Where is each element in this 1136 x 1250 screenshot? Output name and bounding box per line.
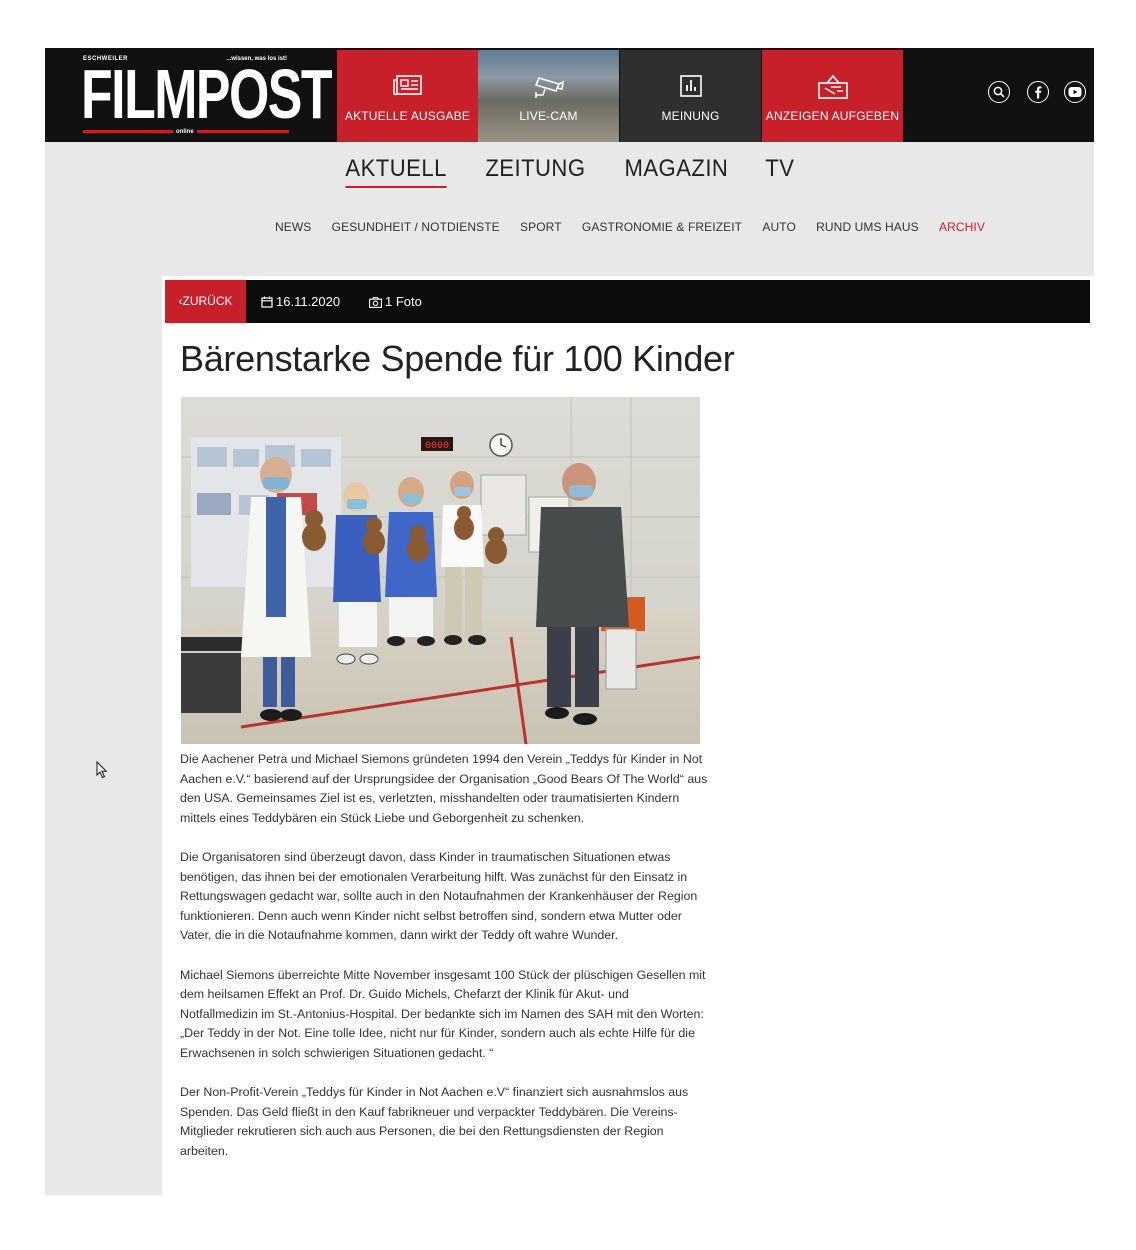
facebook-icon[interactable] [1027,81,1049,103]
opinion-button[interactable]: MEINUNG [620,50,761,142]
article-headline: Bärenstarke Spende für 100 Kinder [180,338,735,379]
article-toolbar: ‹ZURÜCK 16.11.2020 1 Foto [165,280,1090,323]
photo-count-text: 1 Foto [385,294,422,309]
article-paragraph: Die Organisatoren sind überzeugt davon, … [180,849,698,943]
site-header: ESCHWEILER ...wissen, was los ist! FILMP… [45,48,1094,142]
subnav-gastronomy[interactable]: GASTRONOMIE & FREIZEIT [582,220,742,234]
article-paragraph: Michael Siemons überreichte Mitte Novemb… [180,967,706,1060]
calendar-icon [261,282,273,325]
subnav-home[interactable]: RUND UMS HAUS [816,220,919,234]
ad-sign-icon [817,74,849,105]
camera-icon [369,282,382,325]
tile-label: MEINUNG [661,109,720,123]
sub-navigation: NEWS GESUNDHEIT / NOTDIENSTE SPORT GASTR… [275,220,985,234]
place-ad-button[interactable]: ANZEIGEN AUFGEBEN [762,50,903,142]
tile-label: AKTUELLE AUSGABE [344,109,471,123]
nav-tab-tv[interactable]: TV [765,155,794,186]
photo-illustration: 0000 [181,397,700,744]
current-issue-button[interactable]: AKTUELLE AUSGABE [337,50,478,142]
article-body: Die Aachener Petra und Michael Siemons g… [180,750,710,1181]
mouse-cursor-icon [96,760,108,784]
logo-wordmark: FILMPOST [81,55,333,133]
nav-tab-zeitung[interactable]: ZEITUNG [486,155,586,186]
clock-display: 0000 [425,441,449,452]
article-photo[interactable]: 0000 [181,397,700,744]
back-button[interactable]: ‹ZURÜCK [165,280,246,323]
photo-count[interactable]: 1 Foto [369,280,422,325]
nav-tab-aktuell[interactable]: AKTUELL [344,155,447,188]
search-icon[interactable] [988,81,1010,103]
subnav-sport[interactable]: SPORT [520,220,562,234]
tile-label: LIVE-CAM [519,109,578,123]
logo-sub: online [173,129,197,135]
date-text: 16.11.2020 [276,294,341,309]
bar-chart-icon [679,74,703,103]
tile-label: ANZEIGEN AUFGEBEN [765,109,900,123]
newspaper-icon [392,74,423,101]
subnav-news[interactable]: NEWS [275,220,311,234]
subnav-archive[interactable]: ARCHIV [939,220,985,234]
live-cam-button[interactable]: LIVE-CAM [478,50,619,142]
subnav-health[interactable]: GESUNDHEIT / NOTDIENSTE [332,220,500,234]
subnav-auto[interactable]: AUTO [762,220,796,234]
article-paragraph: Die Aachener Petra und Michael Siemons g… [180,752,708,825]
nav-tab-magazin[interactable]: MAGAZIN [625,155,729,186]
security-camera-icon [533,74,565,105]
back-label: ZURÜCK [182,294,233,308]
site-logo[interactable]: ESCHWEILER ...wissen, was los ist! FILMP… [81,54,333,140]
youtube-icon[interactable] [1064,81,1086,103]
article-paragraph: Der Non-Profit-Verein „Teddys für Kinder… [180,1085,689,1158]
left-margin [45,276,162,1195]
article-date: 16.11.2020 [261,280,340,325]
main-navigation: AKTUELL ZEITUNG MAGAZIN TV [0,155,1136,188]
